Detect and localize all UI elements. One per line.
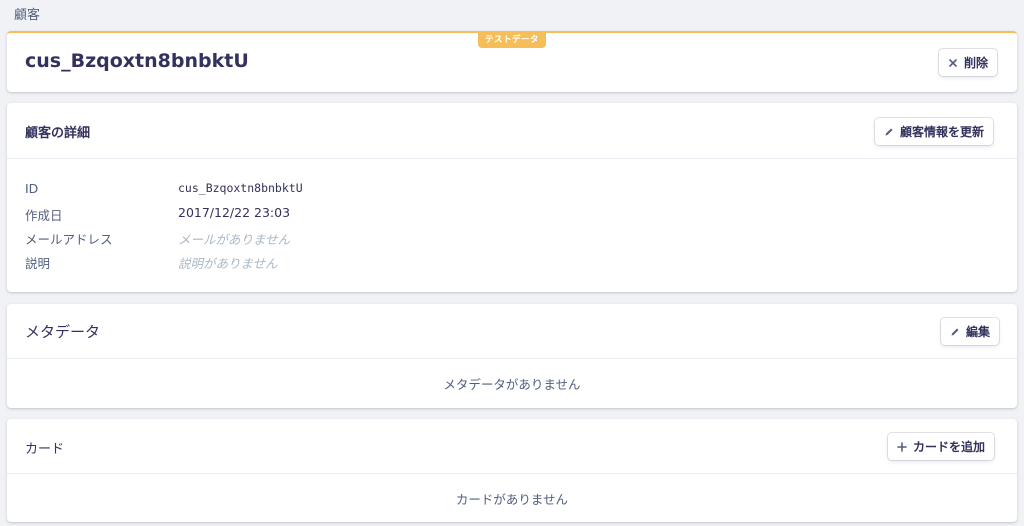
customer-header-card: テストデータ cus_Bzqoxtn8bnbktU 削除 <box>7 31 1017 92</box>
pencil-icon <box>950 327 960 337</box>
delete-button-label: 削除 <box>964 56 989 70</box>
details-header: 顧客の詳細 顧客情報を更新 <box>7 103 1017 159</box>
pencil-icon <box>884 127 894 137</box>
details-title: 顧客の詳細 <box>25 126 91 141</box>
edit-metadata-button[interactable]: 編集 <box>941 318 1000 345</box>
detail-label: 作成日 <box>25 208 63 223</box>
detail-value: 説明がありません <box>178 256 278 271</box>
add-card-button[interactable]: カードを追加 <box>888 433 995 460</box>
cards-title: カード <box>25 442 65 457</box>
metadata-empty-state: メタデータがありません <box>443 377 581 392</box>
add-card-label: カードを追加 <box>913 440 986 454</box>
plus-icon <box>897 441 907 452</box>
cards-empty-state: カードがありません <box>455 492 569 507</box>
detail-label: ID <box>25 181 39 196</box>
detail-value: 2017/12/22 23:03 <box>178 205 291 220</box>
update-customer-label: 顧客情報を更新 <box>900 125 985 139</box>
detail-label: 説明 <box>25 256 51 271</box>
metadata-card: メタデータ 編集 メタデータがありません <box>7 304 1017 408</box>
metadata-header: メタデータ 編集 <box>7 304 1017 359</box>
detail-value: メールがありません <box>178 232 291 247</box>
edit-metadata-label: 編集 <box>966 325 991 339</box>
update-customer-button[interactable]: 顧客情報を更新 <box>875 118 994 145</box>
customer-details-card: 顧客の詳細 顧客情報を更新 ID cus_Bzqoxtn8bnbktU 作成日 … <box>7 103 1017 292</box>
cards-header: カード カードを追加 <box>7 419 1017 474</box>
detail-value: cus_Bzqoxtn8bnbktU <box>178 181 303 195</box>
metadata-title: メタデータ <box>25 323 101 341</box>
close-icon <box>948 58 958 68</box>
test-data-badge: テストデータ <box>477 31 547 48</box>
page-title: cus_Bzqoxtn8bnbktU <box>25 50 249 72</box>
detail-label: メールアドレス <box>25 232 113 247</box>
breadcrumb[interactable]: 顧客 <box>14 4 40 23</box>
delete-button[interactable]: 削除 <box>939 49 998 76</box>
payment-cards-card: カード カードを追加 カードがありません <box>7 419 1017 522</box>
